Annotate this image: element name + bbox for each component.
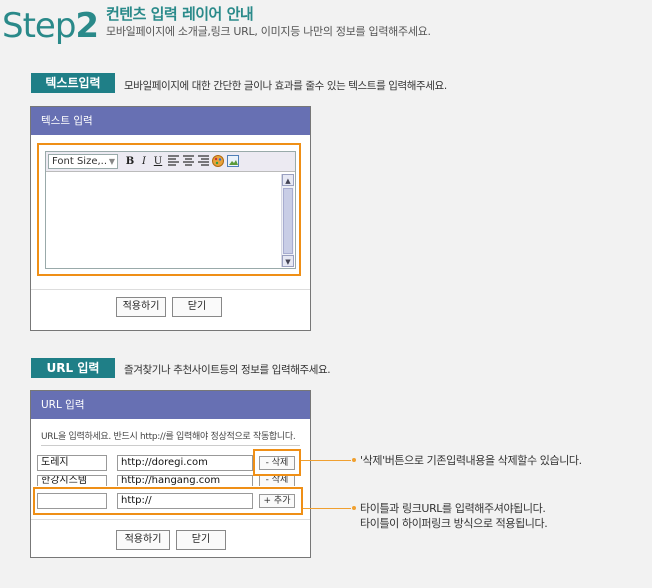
url-section-description: 즐겨찾기나 추천사이트등의 정보를 입력해주세요.: [124, 364, 331, 376]
page-title: 컨텐츠 입력 레이어 안내: [106, 5, 254, 23]
text-section-description: 모바일페이지에 대한 간단한 글이나 효과를 줄수 있는 텍스트를 입력해주세요…: [124, 80, 447, 92]
panel-divider: [31, 289, 310, 290]
url-link-input-1[interactable]: http://doregi.com: [117, 455, 253, 471]
add-callout-text-1: 타이틀과 링크URL를 입력해주셔야됩니다.: [360, 502, 546, 515]
delete-highlight-box: [253, 449, 301, 476]
url-link-input-2[interactable]: http://hangang.com: [117, 475, 253, 486]
url-apply-button[interactable]: 적용하기: [116, 530, 170, 550]
text-apply-button[interactable]: 적용하기: [116, 297, 166, 317]
text-close-button[interactable]: 닫기: [172, 297, 222, 317]
text-section-label: 텍스트입력: [31, 73, 115, 93]
step-logo-number: 2: [75, 6, 99, 46]
delete-callout-text: '삭제'버튼으로 기존입력내용을 삭제할수 있습니다.: [360, 454, 582, 467]
editor-highlight-box: [37, 143, 301, 276]
url-note: URL을 입력하세요. 반드시 http://를 입력해야 정상적으로 작동합니…: [41, 432, 296, 442]
add-row-highlight-box: [33, 487, 303, 515]
delete-callout-dot: [352, 458, 356, 462]
add-callout-dot: [352, 506, 356, 510]
add-callout-line: [303, 508, 351, 509]
step-logo-text: Step: [2, 6, 76, 46]
delete-button-2[interactable]: - 삭제: [259, 475, 295, 486]
url-title-input-1[interactable]: 도레지: [37, 455, 107, 471]
step-logo: Step2: [2, 6, 99, 46]
url-section-label: URL 입력: [31, 358, 115, 378]
page-subtitle: 모바일페이지에 소개글,링크 URL, 이미지등 나만의 정보를 입력해주세요.: [106, 25, 431, 38]
add-callout-text-2: 타이틀이 하이퍼링크 방식으로 적용됩니다.: [360, 517, 548, 530]
delete-callout-line: [301, 460, 351, 461]
url-panel-title: URL 입력: [31, 391, 310, 419]
url-note-divider: [41, 445, 300, 446]
panel-divider: [31, 519, 310, 520]
text-panel-title: 텍스트 입력: [31, 107, 310, 135]
url-title-input-2[interactable]: 한강시스템: [37, 475, 107, 486]
url-close-button[interactable]: 닫기: [176, 530, 226, 550]
